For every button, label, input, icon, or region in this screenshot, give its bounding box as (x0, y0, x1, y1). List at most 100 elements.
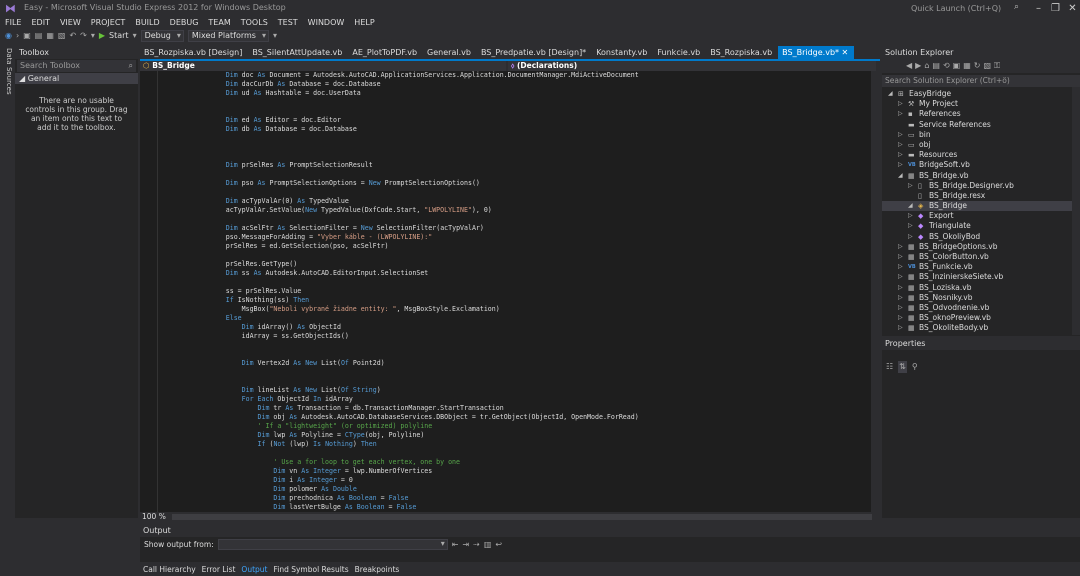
collapsed-arrow-icon[interactable]: ▷ (908, 211, 913, 221)
code-line[interactable]: pso.MessageForAdding = "Vyber káble - (L… (194, 233, 874, 242)
previous-message-icon[interactable]: ⇥ (462, 539, 469, 551)
solution-tree-item[interactable]: ▷ ◆ Export (882, 211, 1080, 221)
alphabetical-icon[interactable]: ⇅ (898, 361, 907, 373)
collapsed-arrow-icon[interactable]: ▷ (898, 150, 903, 160)
dropdown-icon[interactable]: ▾ (91, 30, 95, 42)
document-tab[interactable]: BS_Rozpiska.vb (706, 46, 778, 59)
code-line[interactable] (194, 278, 874, 287)
menu-help[interactable]: HELP (349, 16, 379, 29)
code-line[interactable] (194, 134, 874, 143)
properties-icon[interactable]: ⚿ (994, 60, 1000, 72)
solution-tree-item[interactable]: ▷ ◆ BS_OkoliyBod (882, 232, 1080, 242)
start-button[interactable]: Start (109, 30, 129, 42)
solution-tree-item[interactable]: ◢ ⊞ EasyBridge (882, 89, 1080, 99)
code-line[interactable] (194, 98, 874, 107)
code-line[interactable]: ss = prSelRes.Value (194, 287, 874, 296)
code-line[interactable]: Dim obj As Autodesk.AutoCAD.DatabaseServ… (194, 413, 874, 422)
search-icon[interactable]: ⌕ (129, 60, 133, 72)
next-message-icon[interactable]: ⇢ (473, 539, 480, 551)
chevron-down-icon[interactable]: ▾ (133, 30, 137, 42)
code-content[interactable]: Dim doc As Document = Autodesk.AutoCAD.A… (194, 71, 874, 512)
menu-team[interactable]: TEAM (203, 16, 235, 29)
word-wrap-icon[interactable]: ↩ (495, 539, 502, 551)
code-line[interactable]: Dim lwp As Polyline = CType(obj, Polylin… (194, 431, 874, 440)
zoom-level[interactable]: 100 % (142, 512, 166, 522)
code-line[interactable] (194, 449, 874, 458)
collapsed-arrow-icon[interactable]: ▷ (898, 130, 903, 140)
solution-tree-item[interactable]: ▷ ▬ Resources (882, 150, 1080, 160)
code-line[interactable]: prSelRes = ed.GetSelection(pso, acSelFtr… (194, 242, 874, 251)
editor-horizontal-scrollbar[interactable] (172, 514, 872, 520)
code-line[interactable]: Dim ud As Hashtable = doc.UserData (194, 89, 874, 98)
navigate-forward-icon[interactable]: › (16, 30, 19, 42)
configuration-select[interactable]: Debug (140, 30, 184, 42)
solution-tree-item[interactable]: ▷ ▭ obj (882, 140, 1080, 150)
collapsed-arrow-icon[interactable]: ▷ (898, 323, 903, 333)
clear-all-icon[interactable]: ▥ (484, 539, 492, 551)
code-line[interactable]: ' Use a for loop to get each vertex, one… (194, 458, 874, 467)
solution-explorer-search-input[interactable]: Search Solution Explorer (Ctrl+ö) (882, 75, 1080, 87)
code-line[interactable] (194, 341, 874, 350)
search-icon[interactable]: ⌕ (1014, 2, 1019, 12)
forward-icon[interactable]: ▶ (915, 60, 921, 72)
start-icon[interactable]: ▶ (99, 30, 105, 42)
document-tab[interactable]: BS_Predpatie.vb [Design]* (477, 46, 592, 59)
code-line[interactable] (194, 152, 874, 161)
collapsed-arrow-icon[interactable]: ▷ (898, 99, 903, 109)
categorized-icon[interactable]: ☷ (886, 361, 893, 373)
new-project-icon[interactable]: ▣ (23, 30, 31, 42)
solution-tree-item[interactable]: ▷ ▪ References (882, 109, 1080, 119)
code-line[interactable]: Dim prechodnica As Boolean = False (194, 494, 874, 503)
solution-tree-item[interactable]: ▬ Service References (882, 120, 1080, 130)
menu-window[interactable]: WINDOW (303, 16, 350, 29)
code-line[interactable]: Dim ss As Autodesk.AutoCAD.EditorInput.S… (194, 269, 874, 278)
code-line[interactable] (194, 170, 874, 179)
code-line[interactable]: If (Not (lwp) Is Nothing) Then (194, 440, 874, 449)
document-tab[interactable]: BS_SilentAttUpdate.vb (248, 46, 348, 59)
solution-tree-item[interactable]: ▷ ▦ BS_ColorButton.vb (882, 252, 1080, 262)
toolbox-group-general[interactable]: ◢ General (15, 73, 138, 84)
code-line[interactable]: Dim vn As Integer = lwp.NumberOfVertices (194, 467, 874, 476)
bottom-tab[interactable]: Error List (199, 563, 239, 576)
editor-vertical-scrollbar[interactable] (871, 71, 880, 512)
code-line[interactable] (194, 350, 874, 359)
code-line[interactable] (194, 188, 874, 197)
solution-tree-item[interactable]: ▷ ▯ BS_Bridge.Designer.vb (882, 181, 1080, 191)
solution-tree-item[interactable]: ▷ ▦ BS_Odvodnenie.vb (882, 303, 1080, 313)
document-tab[interactable]: General.vb (423, 46, 477, 59)
code-line[interactable]: Dim ed As Editor = doc.Editor (194, 116, 874, 125)
collapsed-arrow-icon[interactable]: ▷ (898, 252, 903, 262)
collapsed-arrow-icon[interactable]: ▷ (898, 242, 903, 252)
navigate-back-icon[interactable]: ◉ (5, 30, 12, 42)
code-line[interactable]: Dim dacCurDb As Database = doc.Database (194, 80, 874, 89)
save-all-icon[interactable]: ▧ (58, 30, 66, 42)
code-line[interactable]: ' If a "lightweight" (or optimized) poly… (194, 422, 874, 431)
menu-build[interactable]: BUILD (130, 16, 164, 29)
solution-tree-item[interactable]: ▷ VB BridgeSoft.vb (882, 160, 1080, 170)
menu-project[interactable]: PROJECT (86, 16, 131, 29)
document-tab[interactable]: Funkcie.vb (653, 46, 706, 59)
menu-tools[interactable]: TOOLS (236, 16, 273, 29)
code-line[interactable] (194, 368, 874, 377)
solution-tree-item[interactable]: ▷ ▦ BS_Loziska.vb (882, 283, 1080, 293)
code-line[interactable]: Dim Vertex2d As New List(Of Point2d) (194, 359, 874, 368)
code-line[interactable]: Dim pso As PromptSelectionOptions = New … (194, 179, 874, 188)
maximize-button[interactable]: ❐ (1047, 0, 1064, 17)
collapsed-arrow-icon[interactable]: ▷ (898, 293, 903, 303)
code-line[interactable]: prSelRes.GetType() (194, 260, 874, 269)
property-pages-icon[interactable]: ⚲ (912, 361, 918, 373)
collapsed-arrow-icon[interactable]: ▷ (908, 181, 913, 191)
save-icon[interactable]: ▦ (46, 30, 54, 42)
back-icon[interactable]: ◀ (906, 60, 912, 72)
expanded-arrow-icon[interactable]: ◢ (888, 89, 893, 99)
open-icon[interactable]: ▤ (35, 30, 43, 42)
show-all-files-icon[interactable]: ▦ (963, 60, 971, 72)
code-line[interactable]: Else (194, 314, 874, 323)
class-dropdown[interactable]: ⬡ BS_Bridge (140, 61, 506, 71)
solution-tree-item[interactable]: ▷ ▦ BS_BridgeOptions.vb (882, 242, 1080, 252)
platform-select[interactable]: Mixed Platforms (187, 30, 269, 42)
code-line[interactable]: If IsNothing(ss) Then (194, 296, 874, 305)
expanded-arrow-icon[interactable]: ◢ (898, 171, 903, 181)
solution-tree-item[interactable]: ◢ ▦ BS_Bridge.vb (882, 171, 1080, 181)
close-button[interactable]: ✕ (1064, 0, 1080, 17)
